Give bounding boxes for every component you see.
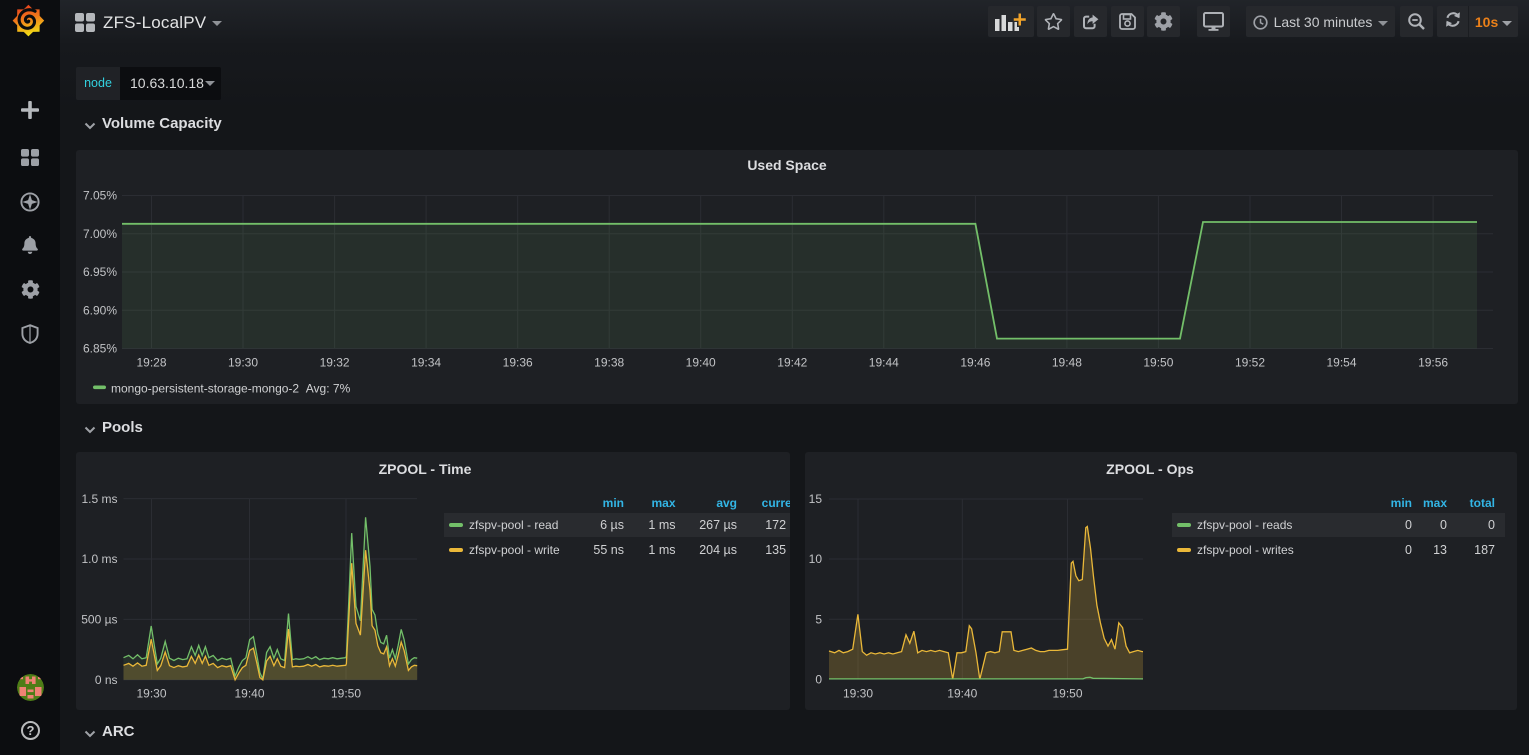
svg-text:19:48: 19:48 (1052, 356, 1082, 370)
svg-text:19:30: 19:30 (136, 687, 166, 701)
svg-text:1.0 ms: 1.0 ms (81, 552, 117, 566)
svg-text:19:30: 19:30 (843, 687, 873, 701)
svg-text:19:40: 19:40 (686, 356, 716, 370)
svg-text:19:42: 19:42 (777, 356, 807, 370)
svg-text:19:28: 19:28 (136, 356, 166, 370)
svg-text:0 ns: 0 ns (95, 673, 118, 687)
svg-text:10: 10 (809, 552, 823, 566)
svg-text:6.90%: 6.90% (83, 303, 117, 317)
svg-text:mongo-persistent-storage-mongo: mongo-persistent-storage-mongo-2 Avg: 7% (111, 382, 351, 396)
svg-text:0: 0 (815, 673, 822, 687)
svg-text:500 µs: 500 µs (81, 613, 117, 627)
svg-text:19:34: 19:34 (411, 356, 441, 370)
svg-text:19:46: 19:46 (960, 356, 990, 370)
svg-text:15: 15 (809, 492, 823, 506)
svg-text:19:32: 19:32 (320, 356, 350, 370)
svg-text:6.85%: 6.85% (83, 342, 117, 356)
svg-text:19:50: 19:50 (331, 687, 361, 701)
svg-text:19:36: 19:36 (503, 356, 533, 370)
svg-text:19:30: 19:30 (228, 356, 258, 370)
svg-text:7.05%: 7.05% (83, 189, 117, 203)
svg-text:19:50: 19:50 (1143, 356, 1173, 370)
svg-text:19:40: 19:40 (947, 687, 977, 701)
svg-text:19:40: 19:40 (234, 687, 264, 701)
svg-text:19:52: 19:52 (1235, 356, 1265, 370)
svg-text:19:54: 19:54 (1326, 356, 1356, 370)
svg-text:19:50: 19:50 (1052, 687, 1082, 701)
svg-text:6.95%: 6.95% (83, 265, 117, 279)
svg-text:1.5 ms: 1.5 ms (81, 492, 117, 506)
svg-text:19:38: 19:38 (594, 356, 624, 370)
svg-text:19:44: 19:44 (869, 356, 899, 370)
svg-text:7.00%: 7.00% (83, 227, 117, 241)
svg-text:19:56: 19:56 (1418, 356, 1448, 370)
svg-text:5: 5 (815, 612, 822, 626)
